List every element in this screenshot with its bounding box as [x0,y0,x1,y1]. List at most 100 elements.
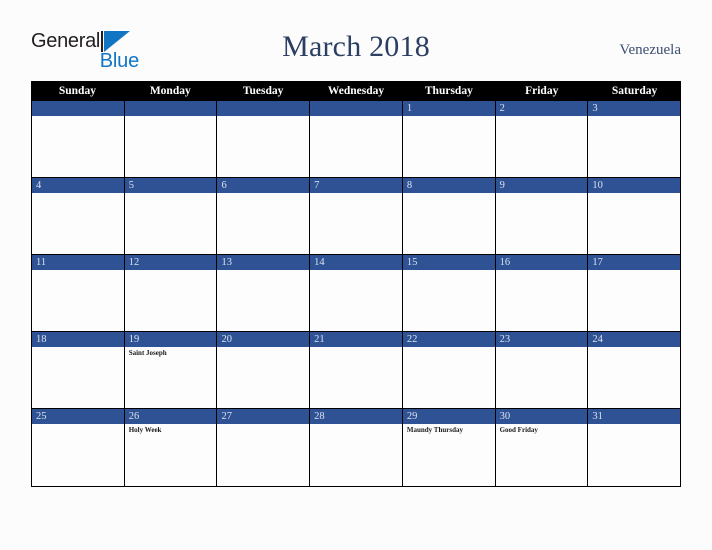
day-events [217,116,309,177]
day-events [403,347,495,408]
day-number: 11 [32,255,124,270]
day-number: 31 [588,409,681,424]
day-number [217,101,310,116]
day-events [217,424,309,486]
region-label: Venezuela [619,42,681,58]
day-events [32,270,124,331]
day-number: 2 [495,101,588,116]
day-number: 28 [310,409,402,424]
calendar-day-cell[interactable]: 13 [217,255,311,331]
day-events [217,270,309,331]
calendar-day-empty [310,101,403,177]
calendar-day-empty [217,101,311,177]
day-number: 10 [588,178,681,193]
dow-saturday: Saturday [611,85,658,97]
calendar-day-cell[interactable]: 27 [217,409,311,486]
day-number: 16 [495,255,588,270]
day-events [125,193,217,254]
calendar-week-row: 18 19 Saint Joseph 20 21 22 23 24 [32,332,681,409]
day-events [588,270,680,331]
calendar-day-cell[interactable]: 10 [588,178,681,254]
calendar-day-cell[interactable]: 8 [402,178,496,254]
day-number: 23 [495,332,588,347]
day-number: 20 [217,332,310,347]
day-events [125,116,217,177]
dow-sunday: Sunday [58,85,96,97]
holiday-label: Saint Joseph [128,349,167,357]
day-number: 6 [217,178,310,193]
day-number: 27 [217,409,310,424]
day-number: 29 [402,409,495,424]
day-number [32,101,124,116]
calendar-day-cell[interactable]: 23 [495,332,589,408]
day-events [310,193,402,254]
calendar-day-empty [32,101,125,177]
day-events [496,193,588,254]
calendar-day-cell[interactable]: 3 [588,101,681,177]
dow-wednesday: Wednesday [327,85,385,97]
dow-monday: Monday [149,85,191,97]
calendar-day-cell[interactable]: 17 [588,255,681,331]
calendar-day-cell[interactable]: 30 Good Friday [495,409,589,486]
day-events [32,347,124,408]
day-number [310,101,402,116]
calendar-day-cell[interactable]: 20 [217,332,311,408]
calendar-day-cell[interactable]: 21 [310,332,403,408]
day-number: 7 [310,178,402,193]
day-number: 14 [310,255,402,270]
calendar-day-cell[interactable]: 16 [495,255,589,331]
calendar-day-cell[interactable]: 15 [402,255,496,331]
calendar-day-cell[interactable]: 6 [217,178,311,254]
calendar-day-cell[interactable]: 31 [588,409,681,486]
day-number: 24 [588,332,681,347]
calendar-grid: Sunday Monday Tuesday Wednesday Thursday… [31,81,681,487]
calendar-day-cell[interactable]: 14 [310,255,403,331]
day-events [217,347,309,408]
dow-tuesday: Tuesday [242,85,284,97]
day-events [310,424,402,486]
calendar-day-cell[interactable]: 22 [402,332,496,408]
calendar-week-row: 4 5 6 7 8 9 10 [32,178,681,255]
dow-friday: Friday [525,85,559,97]
day-events: Good Friday [496,424,588,486]
day-number: 17 [588,255,681,270]
day-number: 21 [310,332,402,347]
calendar-page: General Blue March 2018 Venezuela Sunday… [0,0,712,550]
day-events [403,193,495,254]
calendar-day-cell[interactable]: 12 [124,255,218,331]
calendar-day-cell[interactable]: 24 [588,332,681,408]
calendar-day-cell[interactable]: 5 [124,178,218,254]
calendar-day-cell[interactable]: 2 [495,101,589,177]
day-events: Saint Joseph [125,347,217,408]
day-events [496,347,588,408]
day-events [588,424,680,486]
calendar-day-cell[interactable]: 11 [32,255,125,331]
calendar-day-cell[interactable]: 4 [32,178,125,254]
day-number: 3 [588,101,681,116]
day-number: 26 [124,409,217,424]
calendar-week-row: 11 12 13 14 15 16 17 [32,255,681,332]
calendar-day-cell[interactable]: 29 Maundy Thursday [402,409,496,486]
day-events [310,116,402,177]
calendar-day-cell[interactable]: 28 [310,409,403,486]
calendar-day-cell[interactable]: 26 Holy Week [124,409,218,486]
calendar-weeks: 1 2 3 4 5 6 7 8 9 10 11 12 13 14 15 16 17 18 19 Saint Josep… [31,101,681,487]
day-events [310,347,402,408]
day-number: 9 [495,178,588,193]
calendar-day-cell[interactable]: 7 [310,178,403,254]
page-header: General Blue March 2018 Venezuela [0,0,712,80]
day-number: 4 [32,178,124,193]
calendar-day-cell[interactable]: 19 Saint Joseph [124,332,218,408]
day-events [32,424,124,486]
calendar-day-cell[interactable]: 18 [32,332,125,408]
day-number: 1 [402,101,495,116]
day-events [496,270,588,331]
page-title: March 2018 [282,30,430,63]
day-number [124,101,217,116]
calendar-day-cell[interactable]: 1 [402,101,496,177]
day-number: 13 [217,255,310,270]
day-events [125,270,217,331]
day-events [588,347,680,408]
calendar-day-cell[interactable]: 25 [32,409,125,486]
calendar-day-cell[interactable]: 9 [495,178,589,254]
